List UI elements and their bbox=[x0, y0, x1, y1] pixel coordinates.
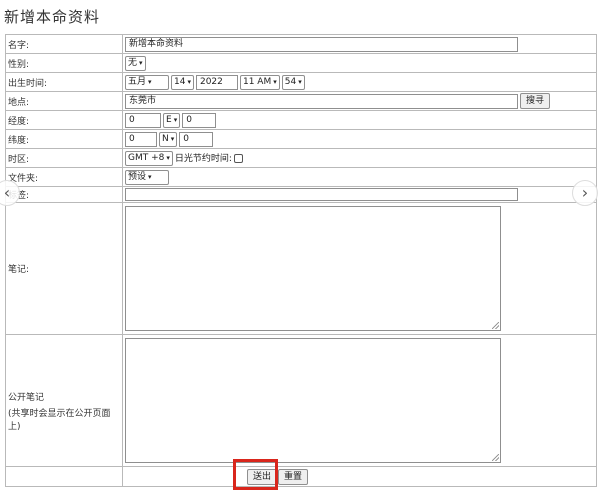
longitude-label: 经度: bbox=[5, 110, 123, 130]
profile-form: 名字: 新增本命资料 性别: 无 ▾ 出生时间: 五月 ▾ 14 ▾ 2022 11 AM ▾… bbox=[5, 34, 597, 487]
name-label: 名字: bbox=[5, 34, 123, 54]
latitude-degree-input[interactable]: 0 bbox=[125, 131, 157, 147]
latitude-label: 纬度: bbox=[5, 129, 123, 149]
gender-select[interactable]: 无 ▾ bbox=[125, 55, 146, 71]
notes-textarea[interactable] bbox=[125, 206, 501, 331]
reset-button[interactable]: 重置 bbox=[278, 468, 309, 485]
public-notes-row: 公开笔记 (共享时会显示在公开页面上) bbox=[5, 334, 597, 467]
longitude-minute-input[interactable]: 0 bbox=[182, 112, 217, 128]
chevron-down-icon: ▾ bbox=[187, 77, 191, 86]
place-row: 地点: 东莞市 搜寻 bbox=[5, 91, 597, 111]
public-notes-label-cell: 公开笔记 (共享时会显示在公开页面上) bbox=[5, 334, 123, 467]
birth-day-value: 14 bbox=[174, 76, 186, 87]
place-label: 地点: bbox=[5, 91, 123, 111]
birth-year-input[interactable]: 2022 bbox=[195, 74, 238, 90]
folder-label: 文件夹: bbox=[5, 167, 123, 187]
longitude-direction-value: E bbox=[166, 114, 172, 125]
name-row: 名字: 新增本命资料 bbox=[5, 34, 597, 54]
birth-hour-value: 11 AM bbox=[242, 76, 272, 87]
timezone-row: 时区: GMT +8 ▾ 日光节约时间: bbox=[5, 148, 597, 168]
folder-select[interactable]: 预设 ▾ bbox=[125, 169, 169, 185]
longitude-direction-select[interactable]: E ▾ bbox=[163, 112, 181, 128]
birth-month-select[interactable]: 五月 ▾ bbox=[125, 74, 169, 90]
timezone-value: GMT +8 bbox=[128, 152, 165, 163]
birth-month-value: 五月 bbox=[128, 76, 147, 87]
search-button[interactable]: 搜寻 bbox=[520, 93, 551, 109]
longitude-degree-input[interactable]: 0 bbox=[125, 112, 161, 128]
birth-time-row: 出生时间: 五月 ▾ 14 ▾ 2022 11 AM ▾ 54 ▾ bbox=[5, 72, 597, 92]
actions-label-cell bbox=[5, 466, 123, 487]
longitude-row: 经度: 0 E ▾ 0 bbox=[5, 110, 597, 130]
latitude-direction-value: N bbox=[162, 133, 169, 144]
dst-label: 日光节约时间: bbox=[174, 153, 232, 164]
birth-day-select[interactable]: 14 ▾ bbox=[171, 74, 194, 90]
tags-row: 标签: bbox=[5, 186, 597, 203]
latitude-direction-select[interactable]: N ▾ bbox=[159, 131, 178, 147]
notes-row: 笔记: bbox=[5, 202, 597, 335]
notes-label: 笔记: bbox=[5, 202, 123, 335]
chevron-down-icon: ▾ bbox=[273, 77, 277, 86]
chevron-down-icon: ▾ bbox=[170, 134, 175, 143]
gender-label: 性别: bbox=[5, 53, 123, 73]
page-title: 新增本命资料 bbox=[4, 8, 101, 26]
folder-row: 文件夹: 预设 ▾ bbox=[5, 167, 597, 187]
folder-value: 预设 bbox=[128, 171, 147, 182]
gender-row: 性别: 无 ▾ bbox=[5, 53, 597, 73]
birth-time-label: 出生时间: bbox=[5, 72, 123, 92]
chevron-down-icon: ▾ bbox=[298, 77, 302, 86]
public-notes-label: 公开笔记 bbox=[8, 392, 45, 403]
tags-label: 标签: bbox=[5, 186, 123, 203]
actions-row: 送出 重置 bbox=[5, 466, 597, 487]
timezone-label: 时区: bbox=[5, 148, 123, 168]
chevron-down-icon: ▾ bbox=[148, 172, 152, 181]
birth-hour-select[interactable]: 11 AM ▾ bbox=[239, 74, 280, 90]
chevron-down-icon: ▾ bbox=[173, 115, 178, 124]
chevron-right-icon[interactable]: › bbox=[572, 180, 598, 206]
submit-highlight-box bbox=[233, 459, 278, 490]
name-input[interactable]: 新增本命资料 bbox=[125, 36, 518, 52]
dst-checkbox[interactable] bbox=[233, 153, 243, 163]
birth-minute-value: 54 bbox=[284, 76, 297, 87]
public-notes-textarea[interactable] bbox=[125, 338, 501, 463]
place-input[interactable]: 东莞市 bbox=[125, 93, 518, 109]
birth-minute-select[interactable]: 54 ▾ bbox=[281, 74, 305, 90]
tags-input[interactable] bbox=[125, 188, 518, 201]
public-notes-hint: (共享时会显示在公开页面上) bbox=[8, 408, 111, 432]
latitude-row: 纬度: 0 N ▾ 0 bbox=[5, 129, 597, 149]
chevron-down-icon: ▾ bbox=[139, 58, 143, 67]
resize-grip-icon[interactable] bbox=[492, 322, 499, 329]
gender-value: 无 bbox=[128, 57, 138, 68]
timezone-select[interactable]: GMT +8 ▾ bbox=[125, 150, 173, 166]
latitude-minute-input[interactable]: 0 bbox=[179, 131, 214, 147]
chevron-down-icon: ▾ bbox=[148, 77, 152, 86]
resize-grip-icon[interactable] bbox=[492, 454, 499, 461]
chevron-down-icon: ▾ bbox=[166, 153, 170, 162]
